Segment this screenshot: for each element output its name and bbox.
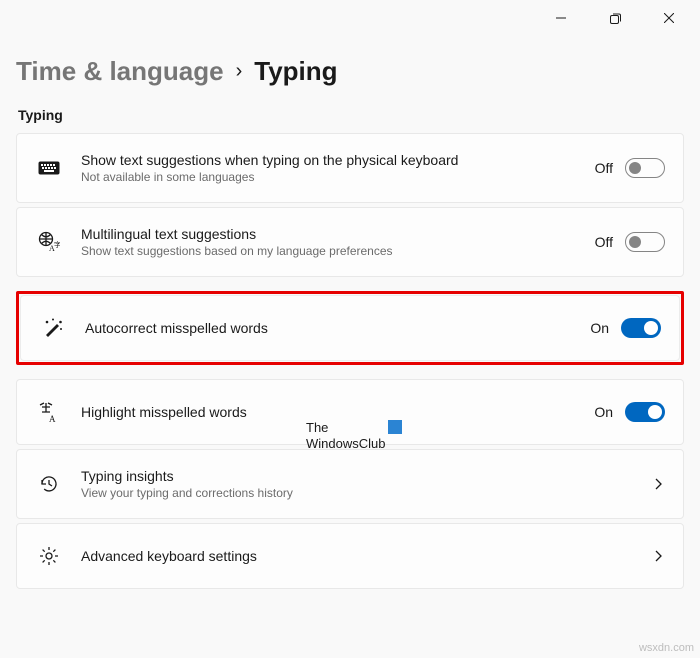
settings-page: Time & language › Typing Typing Show tex… (0, 36, 700, 601)
chevron-right-icon (651, 549, 665, 563)
spellcheck-icon: A (35, 401, 63, 423)
close-button[interactable] (646, 2, 692, 34)
setting-title: Advanced keyboard settings (81, 548, 643, 564)
setting-advanced-keyboard[interactable]: Advanced keyboard settings (16, 523, 684, 589)
annotation-highlight: Autocorrect misspelled words On (16, 291, 684, 365)
page-title: Typing (254, 56, 337, 87)
svg-text:A: A (49, 414, 56, 423)
svg-text:字: 字 (54, 240, 60, 249)
keyboard-icon (35, 161, 63, 175)
globe-language-icon: A字 (35, 231, 63, 253)
toggle-state-label: Off (595, 234, 613, 250)
setting-title: Show text suggestions when typing on the… (81, 152, 595, 168)
maximize-button[interactable] (592, 2, 638, 34)
gear-icon (35, 545, 63, 567)
toggle-text-suggestions[interactable] (625, 158, 665, 178)
setting-highlight-misspelled[interactable]: A Highlight misspelled words On (16, 379, 684, 445)
watermark-corner: wsxdn.com (639, 642, 694, 654)
magic-wand-icon (39, 317, 67, 339)
close-icon (664, 13, 674, 23)
setting-subtitle: Show text suggestions based on my langua… (81, 244, 595, 258)
setting-multilingual-suggestions[interactable]: A字 Multilingual text suggestions Show te… (16, 207, 684, 277)
breadcrumb-parent[interactable]: Time & language (16, 56, 224, 87)
maximize-icon (610, 13, 621, 24)
history-icon (35, 473, 63, 495)
section-label: Typing (18, 107, 684, 123)
toggle-highlight-misspelled[interactable] (625, 402, 665, 422)
toggle-state-label: On (594, 404, 613, 420)
minimize-button[interactable] (538, 2, 584, 34)
setting-title: Typing insights (81, 468, 643, 484)
setting-title: Multilingual text suggestions (81, 226, 595, 242)
toggle-multilingual[interactable] (625, 232, 665, 252)
setting-title: Autocorrect misspelled words (85, 320, 590, 336)
setting-text-suggestions[interactable]: Show text suggestions when typing on the… (16, 133, 684, 203)
chevron-right-icon (651, 477, 665, 491)
setting-subtitle: Not available in some languages (81, 170, 595, 184)
toggle-state-label: Off (595, 160, 613, 176)
toggle-state-label: On (590, 320, 609, 336)
chevron-right-icon: › (236, 60, 243, 83)
minimize-icon (556, 13, 566, 23)
breadcrumb: Time & language › Typing (16, 56, 684, 87)
setting-subtitle: View your typing and corrections history (81, 486, 643, 500)
window-titlebar (0, 0, 700, 36)
setting-typing-insights[interactable]: Typing insights View your typing and cor… (16, 449, 684, 519)
setting-title: Highlight misspelled words (81, 404, 594, 420)
setting-autocorrect[interactable]: Autocorrect misspelled words On (20, 295, 680, 361)
toggle-autocorrect[interactable] (621, 318, 661, 338)
